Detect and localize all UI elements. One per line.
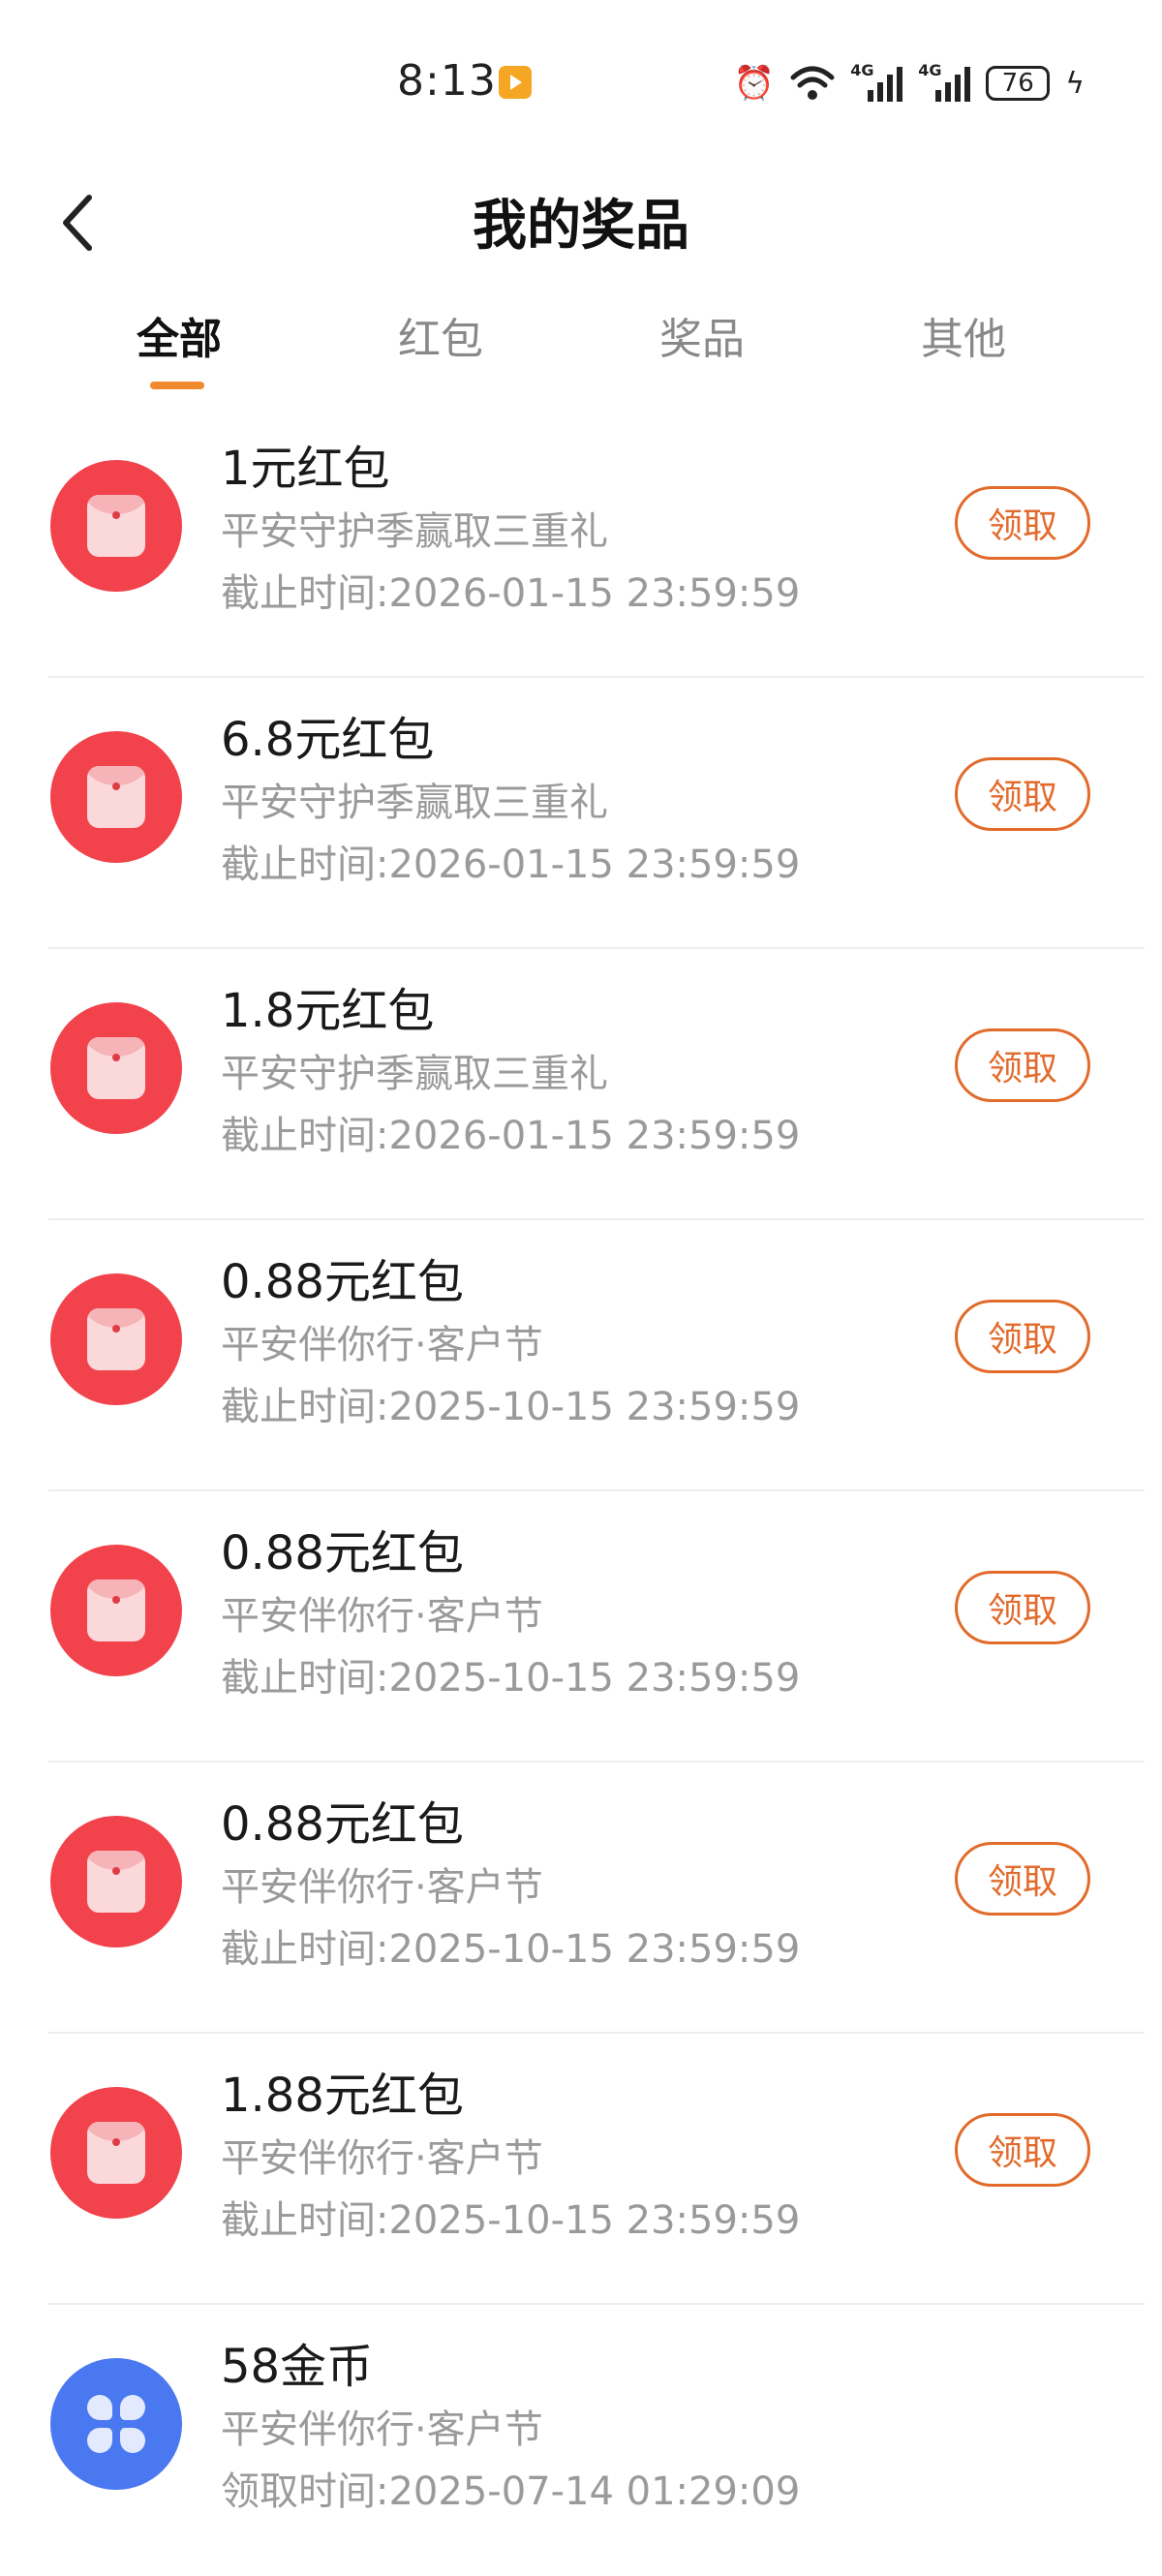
red-envelope-icon [50,460,182,592]
item-deadline: 截止时间:2025-10-15 23:59:59 [221,1927,801,1972]
item-deadline: 截止时间:2025-10-15 23:59:59 [221,1385,801,1429]
tab-all[interactable]: 全部 [82,304,276,366]
list-item: 6.8元红包 平安守护季赢取三重礼 截止时间:2026-01-15 23:59:… [0,678,1162,949]
item-deadline: 截止时间:2026-01-15 23:59:59 [221,1114,801,1158]
red-envelope-icon [50,1273,182,1405]
red-envelope-icon [50,731,182,863]
tab-red-envelope[interactable]: 红包 [344,304,537,366]
item-subtitle: 平安伴你行·客户节 [221,2136,543,2181]
list-item: 0.88元红包 平安伴你行·客户节 截止时间:2025-10-15 23:59:… [0,1763,1162,2034]
nav-header: 我的奖品 [0,165,1162,281]
red-envelope-icon [50,1816,182,1947]
tab-prizes[interactable]: 奖品 [605,304,799,366]
claim-button[interactable]: 领取 [955,1300,1090,1373]
item-deadline: 截止时间:2025-10-15 23:59:59 [221,2198,801,2243]
tab-other[interactable]: 其他 [867,304,1060,366]
prize-list: 1元红包 平安守护季赢取三重礼 截止时间:2026-01-15 23:59:59… [0,407,1162,2576]
status-time: 8:13 [397,56,497,106]
charging-icon: ϟ [1065,66,1085,101]
network-type-label: 4G [850,61,874,79]
battery-icon: 76 [986,66,1051,101]
active-tab-indicator [150,382,204,389]
item-subtitle: 平安守护季赢取三重礼 [221,509,608,554]
item-claim-time: 领取时间:2025-07-14 01:29:09 [221,2469,801,2514]
claim-button[interactable]: 领取 [955,1842,1090,1916]
list-item: 0.88元红包 平安伴你行·客户节 截止时间:2025-10-15 23:59:… [0,1220,1162,1491]
page-title: 我的奖品 [473,195,689,258]
item-subtitle: 平安伴你行·客户节 [221,2407,543,2452]
claim-button[interactable]: 领取 [955,1571,1090,1644]
alarm-icon: ⏰ [733,64,776,103]
red-envelope-icon [50,2087,182,2219]
cellular-signal-icon-2: 4G [918,61,971,102]
list-item: 1.8元红包 平安守护季赢取三重礼 截止时间:2026-01-15 23:59:… [0,949,1162,1220]
network-type-label-2: 4G [918,61,942,79]
item-title: 6.8元红包 [221,713,435,767]
red-envelope-icon [50,1545,182,1676]
claim-button[interactable]: 领取 [955,757,1090,831]
red-envelope-icon [50,1002,182,1134]
list-item: 58金币 平安伴你行·客户节 领取时间:2025-07-14 01:29:09 [0,2305,1162,2576]
item-title: 58金币 [221,2340,374,2394]
item-deadline: 截止时间:2026-01-15 23:59:59 [221,571,801,616]
status-icons: ⏰ 4G 4G 76 ϟ [734,60,1085,107]
item-subtitle: 平安伴你行·客户节 [221,1594,543,1639]
item-title: 1元红包 [221,442,390,496]
tab-bar: 全部 红包 奖品 其他 [0,291,1162,397]
item-title: 1.8元红包 [221,984,435,1038]
gold-coin-icon [50,2358,182,2490]
wifi-icon [790,66,835,100]
item-subtitle: 平安伴你行·客户节 [221,1323,543,1367]
item-subtitle: 平安守护季赢取三重礼 [221,781,608,825]
item-subtitle: 平安守护季赢取三重礼 [221,1052,608,1096]
item-title: 0.88元红包 [221,1255,464,1309]
item-deadline: 截止时间:2026-01-15 23:59:59 [221,843,801,887]
item-title: 0.88元红包 [221,1526,464,1580]
item-title: 1.88元红包 [221,2069,464,2123]
item-subtitle: 平安伴你行·客户节 [221,1865,543,1910]
claim-button[interactable]: 领取 [955,2113,1090,2187]
list-item: 1.88元红包 平安伴你行·客户节 截止时间:2025-10-15 23:59:… [0,2034,1162,2305]
status-bar: 8:13 ⏰ 4G 4G 76 ϟ [0,0,1162,165]
list-item: 1元红包 平安守护季赢取三重礼 截止时间:2026-01-15 23:59:59… [0,407,1162,678]
video-app-notification-icon [499,66,532,99]
claim-button[interactable]: 领取 [955,486,1090,560]
battery-level: 76 [1001,69,1034,98]
item-deadline: 截止时间:2025-10-15 23:59:59 [221,1656,801,1701]
item-title: 0.88元红包 [221,1797,464,1852]
cellular-signal-icon: 4G [850,61,903,102]
list-item: 0.88元红包 平安伴你行·客户节 截止时间:2025-10-15 23:59:… [0,1491,1162,1763]
claim-button[interactable]: 领取 [955,1028,1090,1102]
